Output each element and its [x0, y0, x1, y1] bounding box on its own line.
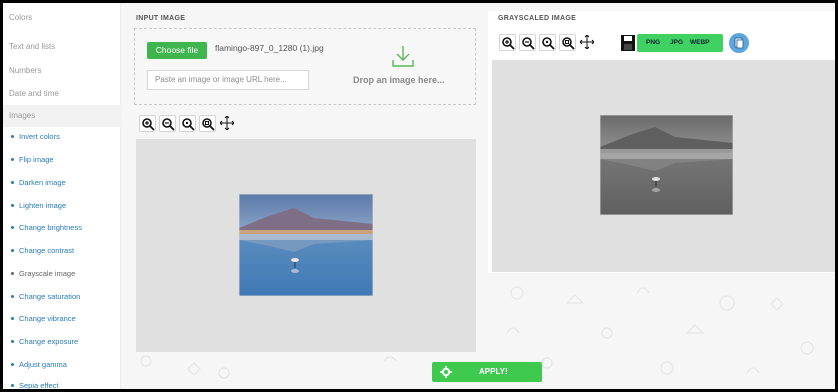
- sidebar-item-flip[interactable]: Flip image: [11, 154, 54, 166]
- bullet-icon: [11, 362, 14, 366]
- sidebar-item-exposure[interactable]: Change exposure: [11, 336, 78, 348]
- bullet-icon: [11, 225, 14, 229]
- sidebar-item-lighten[interactable]: Lighten image: [11, 200, 66, 212]
- zoom-reset-button[interactable]: [179, 115, 196, 132]
- bullet-icon: [11, 134, 14, 138]
- bullet-icon: [11, 339, 14, 343]
- input-image-title: INPUT IMAGE: [136, 15, 186, 22]
- file-drop-zone[interactable]: Choose file flamingo-897_0_1280 (1).jpg …: [134, 28, 476, 105]
- bullet-icon: [11, 248, 14, 252]
- input-image-preview: [239, 194, 373, 296]
- zoom-out-icon: [522, 37, 535, 50]
- output-zoom-out-button[interactable]: [519, 34, 536, 51]
- sidebar-item-gamma[interactable]: Adjust gamma: [11, 359, 67, 371]
- gear-icon: [440, 366, 452, 378]
- format-png[interactable]: PNG: [646, 34, 660, 52]
- bullet-icon: [11, 316, 14, 320]
- sidebar-category-images[interactable]: Images: [3, 105, 121, 127]
- app-frame: Colors Text and lists Numbers Date and t…: [3, 3, 835, 389]
- sidebar-category-colors[interactable]: Colors: [3, 7, 121, 29]
- sidebar-item-brightness[interactable]: Change brightness: [11, 222, 82, 234]
- zoom-out-button[interactable]: [159, 115, 176, 132]
- sidebar: Colors Text and lists Numbers Date and t…: [3, 3, 121, 389]
- sidebar-category-numbers[interactable]: Numbers: [3, 60, 121, 82]
- grayscaled-image-title: GRAYSCALED IMAGE: [498, 15, 577, 22]
- format-jpg[interactable]: JPG: [670, 34, 683, 52]
- sidebar-item-darken[interactable]: Darken image: [11, 177, 66, 189]
- zoom-in-button[interactable]: [139, 115, 156, 132]
- sidebar-item-saturation[interactable]: Change saturation: [11, 291, 80, 303]
- move-button[interactable]: [219, 115, 236, 132]
- zoom-out-icon: [162, 118, 175, 131]
- zoom-fit-icon: [202, 118, 215, 131]
- sidebar-item-sepia[interactable]: Sepia effect: [11, 380, 58, 389]
- zoom-in-icon: [142, 118, 155, 131]
- output-zoom-fit-button[interactable]: [559, 34, 576, 51]
- download-format-button[interactable]: PNG JPG WEBP: [637, 34, 723, 52]
- sidebar-category-date[interactable]: Date and time: [3, 83, 121, 105]
- bullet-icon: [11, 271, 14, 275]
- sidebar-category-text[interactable]: Text and lists: [3, 36, 121, 58]
- bullet-icon: [11, 383, 14, 387]
- bullet-icon: [11, 157, 14, 161]
- bullet-icon: [11, 294, 14, 298]
- copy-clipboard-icon[interactable]: [728, 32, 750, 54]
- image-url-input[interactable]: Paste an image or image URL here...: [147, 70, 309, 90]
- zoom-reset-icon: [182, 118, 195, 131]
- zoom-in-icon: [502, 37, 515, 50]
- output-image-preview: [600, 115, 733, 215]
- choose-file-button[interactable]: Choose file: [147, 42, 207, 59]
- sidebar-item-vibrance[interactable]: Change vibrance: [11, 313, 76, 325]
- move-icon: [580, 35, 594, 49]
- bullet-icon: [11, 203, 14, 207]
- bullet-icon: [11, 180, 14, 184]
- apply-label: APPLY!: [479, 367, 508, 376]
- download-arrow-icon: [392, 46, 414, 67]
- drop-image-label: Drop an image here...: [353, 75, 445, 85]
- output-zoom-in-button[interactable]: [499, 34, 516, 51]
- zoom-fit-icon: [562, 37, 575, 50]
- output-move-button[interactable]: [579, 34, 596, 51]
- selected-file-name: flamingo-897_0_1280 (1).jpg: [215, 43, 324, 53]
- zoom-fit-button[interactable]: [199, 115, 216, 132]
- output-zoom-reset-button[interactable]: [539, 34, 556, 51]
- sidebar-item-invert[interactable]: Invert colors: [11, 131, 60, 143]
- zoom-reset-icon: [542, 37, 555, 50]
- format-webp[interactable]: WEBP: [690, 34, 710, 52]
- sidebar-item-grayscale[interactable]: Grayscale image: [11, 268, 75, 280]
- apply-button[interactable]: APPLY!: [432, 362, 542, 382]
- move-icon: [220, 116, 234, 130]
- save-disk-icon[interactable]: [620, 34, 636, 52]
- sidebar-item-contrast[interactable]: Change contrast: [11, 245, 74, 257]
